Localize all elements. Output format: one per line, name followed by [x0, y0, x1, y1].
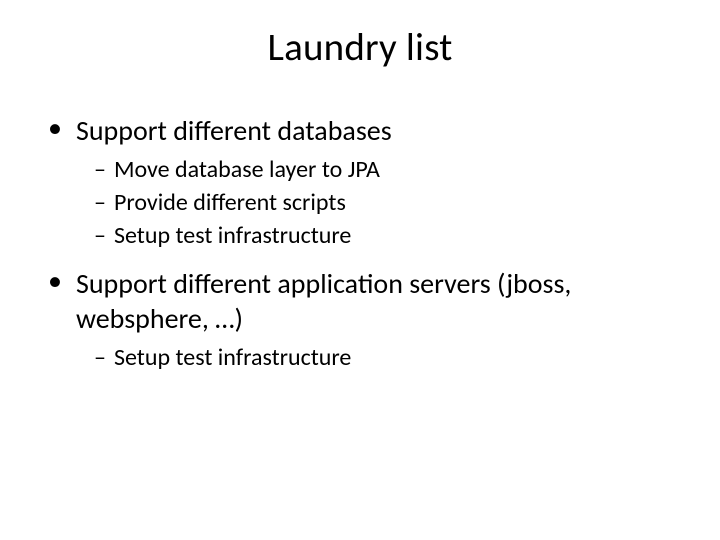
sublist: – Setup test infrastructure	[94, 342, 680, 373]
list-item-text: Support different databases	[76, 113, 392, 148]
sublist-item-text: Setup test infrastructure	[114, 342, 351, 373]
slide-title: Laundry list	[40, 24, 680, 71]
sublist-item-text: Provide different scripts	[114, 187, 346, 218]
sublist-row: – Provide different scripts	[94, 187, 680, 218]
list-item: • Support different application servers …	[40, 266, 680, 373]
sublist-row: – Move database layer to JPA	[94, 154, 680, 185]
sublist-row: – Setup test infrastructure	[94, 220, 680, 251]
dash-icon: –	[94, 154, 106, 185]
dash-icon: –	[94, 187, 106, 218]
sublist-item-text: Setup test infrastructure	[114, 220, 351, 251]
sublist-item-text: Move database layer to JPA	[114, 154, 380, 185]
slide: Laundry list • Support different databas…	[0, 0, 720, 540]
sublist-row: – Setup test infrastructure	[94, 342, 680, 373]
list-row: • Support different application servers …	[40, 266, 680, 336]
slide-content: • Support different databases – Move dat…	[40, 113, 680, 373]
dash-icon: –	[94, 220, 106, 251]
bullet-icon: •	[48, 113, 62, 144]
list-item: • Support different databases – Move dat…	[40, 113, 680, 252]
list-item-text: Support different application servers (j…	[76, 266, 680, 336]
sublist: – Move database layer to JPA – Provide d…	[94, 154, 680, 252]
list-row: • Support different databases	[40, 113, 680, 148]
bullet-icon: •	[48, 266, 62, 297]
dash-icon: –	[94, 342, 106, 373]
